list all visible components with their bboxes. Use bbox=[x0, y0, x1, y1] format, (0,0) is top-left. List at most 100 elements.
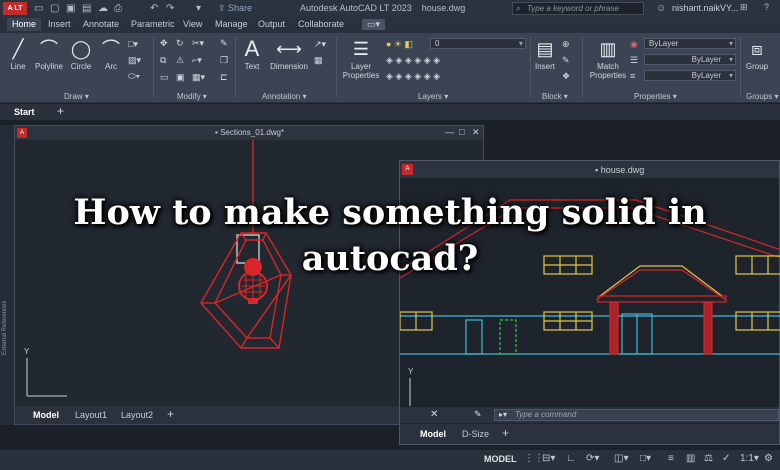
grid-icon[interactable]: ⋮⋮ bbox=[524, 453, 544, 464]
trim-icon[interactable]: ✂▾ bbox=[192, 38, 204, 49]
table-icon[interactable]: ▦ bbox=[314, 55, 323, 66]
polyline-button[interactable]: ⌒ Polyline bbox=[32, 38, 66, 71]
move-icon[interactable]: ✥ bbox=[160, 38, 168, 49]
command-input[interactable]: ▸▾ Type a command bbox=[494, 409, 779, 421]
customize-icon[interactable]: ✎ bbox=[474, 409, 482, 420]
linetype-dropdown[interactable]: ByLayer ▾ bbox=[644, 54, 736, 65]
lineweight-toggle-icon[interactable]: ≡ bbox=[668, 453, 674, 464]
minimize-icon[interactable]: — bbox=[445, 127, 454, 137]
text-button[interactable]: A Text bbox=[240, 38, 264, 72]
layer-dropdown[interactable]: 0 ▾ bbox=[430, 38, 526, 49]
tab-collaborate[interactable]: Collaborate bbox=[298, 19, 344, 29]
leader-icon[interactable]: ↗▾ bbox=[314, 39, 326, 50]
cloud-icon[interactable]: ☁ bbox=[98, 2, 108, 15]
redo-icon[interactable]: ↷ bbox=[166, 2, 174, 15]
close-command-icon[interactable]: ✕ bbox=[430, 409, 438, 420]
snap-icon[interactable]: ⊟▾ bbox=[542, 453, 555, 464]
layer-properties-button[interactable]: ☰ Layer Properties bbox=[340, 38, 382, 80]
array-icon[interactable]: ▦▾ bbox=[192, 72, 205, 83]
isodraft-icon[interactable]: ◫▾ bbox=[614, 453, 628, 464]
hatch-icon[interactable]: ▨▾ bbox=[128, 55, 141, 66]
model-space-toggle[interactable]: MODEL bbox=[484, 454, 517, 464]
tab-home[interactable]: Home bbox=[7, 18, 42, 31]
annotation-scale-icon[interactable]: ⚖ bbox=[704, 453, 713, 464]
group-button[interactable]: ⧈ Group bbox=[742, 38, 772, 71]
offset-icon[interactable]: ⊏ bbox=[220, 72, 228, 83]
osnap-icon[interactable]: □▾ bbox=[640, 453, 651, 464]
match-properties-button[interactable]: ▥ Match Properties bbox=[586, 38, 630, 80]
maximize-icon[interactable]: □ bbox=[459, 127, 464, 137]
add-layout-icon[interactable]: + bbox=[502, 426, 509, 440]
rotate-icon[interactable]: ↻ bbox=[176, 38, 184, 49]
tab-layout1[interactable]: Layout1 bbox=[75, 410, 107, 420]
tab-annotate[interactable]: Annotate bbox=[83, 19, 119, 29]
groups-panel-title[interactable]: Groups ▾ bbox=[746, 92, 778, 101]
tab-model[interactable]: Model bbox=[420, 429, 446, 439]
line-button[interactable]: ╱ Line bbox=[6, 38, 30, 71]
help-icon[interactable]: ? bbox=[764, 2, 769, 12]
tab-insert[interactable]: Insert bbox=[48, 19, 71, 29]
fillet-icon[interactable]: ⌐▾ bbox=[192, 55, 202, 66]
user-icon[interactable]: ☺ bbox=[656, 2, 666, 15]
autocad-logo[interactable]: A LT bbox=[3, 2, 27, 15]
dimension-button[interactable]: ⟷ Dimension bbox=[268, 38, 310, 71]
more-tabs-icon[interactable]: ▭▾ bbox=[362, 19, 386, 30]
create-block-icon[interactable]: ⊕ bbox=[562, 39, 570, 50]
cart-icon[interactable]: ⊞ bbox=[740, 2, 748, 13]
add-layout-icon[interactable]: + bbox=[167, 407, 174, 421]
search-input[interactable]: ⌕ Type a keyword or phrase bbox=[512, 2, 644, 15]
color-dropdown[interactable]: ByLayer ▾ bbox=[644, 38, 736, 49]
close-icon[interactable]: ✕ bbox=[472, 127, 480, 138]
annotation-visibility-icon[interactable]: ✓ bbox=[722, 453, 730, 464]
stretch-icon[interactable]: ▭ bbox=[160, 72, 169, 83]
layer-tools-row1[interactable]: ◈ ◈ ◈ ◈ ◈ ◈ bbox=[386, 55, 440, 66]
insert-button[interactable]: ▤ Insert bbox=[532, 38, 558, 71]
circle-button[interactable]: ◯ Circle bbox=[68, 38, 94, 71]
save-icon[interactable]: ▣ bbox=[66, 2, 75, 15]
ellipse-icon[interactable]: ⬭▾ bbox=[128, 71, 140, 82]
lineweight-icon[interactable]: ≡ bbox=[630, 71, 635, 81]
rectangle-icon[interactable]: □▾ bbox=[128, 39, 138, 50]
tab-output[interactable]: Output bbox=[258, 19, 285, 29]
start-tab[interactable]: Start bbox=[14, 107, 35, 117]
linetype-icon[interactable]: ☰ bbox=[630, 55, 638, 66]
draw-panel-title[interactable]: Draw ▾ bbox=[64, 92, 89, 101]
explode-icon[interactable]: ❐ bbox=[220, 55, 228, 66]
layer-state-icons[interactable]: ● ☀ ◧ bbox=[386, 39, 413, 50]
share-button[interactable]: ⇪ Share bbox=[218, 3, 252, 14]
user-name[interactable]: nishant.naikVY... bbox=[672, 3, 738, 13]
tab-d-size[interactable]: D-Size bbox=[462, 429, 489, 439]
tab-manage[interactable]: Manage bbox=[215, 19, 248, 29]
color-wheel-icon[interactable]: ◉ bbox=[630, 39, 638, 50]
new-tab-icon[interactable]: + bbox=[57, 104, 64, 118]
copy-icon[interactable]: ⧉ bbox=[160, 55, 166, 66]
tab-view[interactable]: View bbox=[183, 19, 202, 29]
layers-panel-title[interactable]: Layers ▾ bbox=[418, 92, 448, 101]
settings-icon[interactable]: ⚙ bbox=[764, 453, 773, 464]
save-as-icon[interactable]: ▤ bbox=[82, 2, 91, 15]
properties-panel-title[interactable]: Properties ▾ bbox=[634, 92, 677, 101]
dropdown-icon[interactable]: ▾ bbox=[196, 2, 201, 15]
tab-model[interactable]: Model bbox=[33, 410, 59, 420]
tab-layout2[interactable]: Layout2 bbox=[121, 410, 153, 420]
erase-icon[interactable]: ✎ bbox=[220, 38, 228, 49]
undo-icon[interactable]: ↶ bbox=[150, 2, 158, 15]
modify-panel-title[interactable]: Modify ▾ bbox=[177, 92, 207, 101]
tab-parametric[interactable]: Parametric bbox=[131, 19, 175, 29]
edit-block-icon[interactable]: ✎ bbox=[562, 55, 570, 66]
scale-value[interactable]: 1:1▾ bbox=[740, 453, 759, 464]
annotation-panel-title[interactable]: Annotation ▾ bbox=[262, 92, 307, 101]
open-icon[interactable]: ▢ bbox=[50, 2, 59, 15]
mirror-icon[interactable]: ⚠ bbox=[176, 55, 184, 66]
arc-button[interactable]: ⌒ Arc bbox=[100, 38, 122, 71]
ortho-icon[interactable]: ∟ bbox=[566, 453, 576, 464]
polar-icon[interactable]: ⟳▾ bbox=[586, 453, 599, 464]
print-icon[interactable]: ⎙ bbox=[114, 2, 122, 15]
lineweight-dropdown[interactable]: ByLayer ▾ bbox=[644, 70, 736, 81]
transparency-icon[interactable]: ▥ bbox=[686, 453, 695, 464]
block-attr-icon[interactable]: ❖ bbox=[562, 71, 570, 82]
folder-icon[interactable]: ▭ bbox=[34, 2, 43, 15]
layer-tools-row2[interactable]: ◈ ◈ ◈ ◈ ◈ ◈ bbox=[386, 71, 440, 82]
block-panel-title[interactable]: Block ▾ bbox=[542, 92, 568, 101]
scale-icon[interactable]: ▣ bbox=[176, 72, 185, 83]
